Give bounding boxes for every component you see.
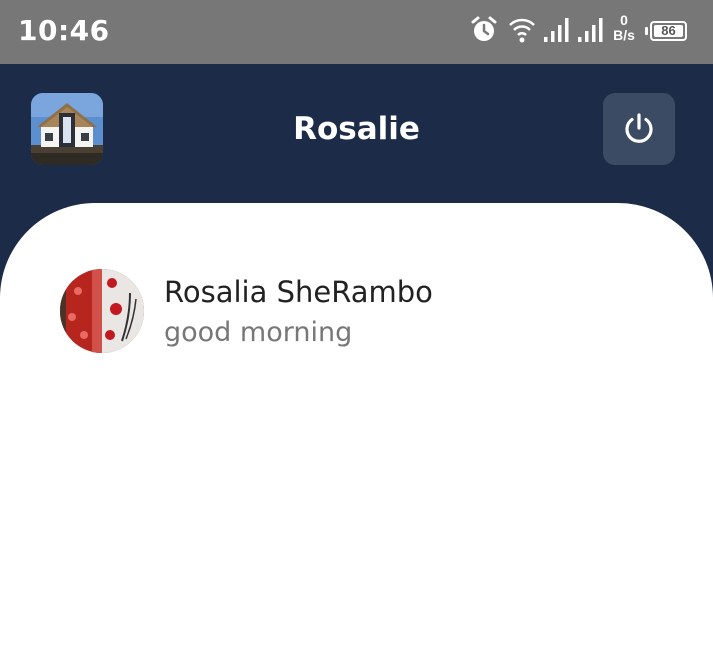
wifi-icon [509,18,535,43]
status-icons: 0 B/s 86 [471,13,687,48]
alarm-icon [471,16,497,41]
signal-icon [578,18,603,42]
chat-avatar [60,269,144,353]
birthday-cake-photo [60,269,144,353]
chat-last-message: good morning [164,317,353,348]
battery-level: 86 [661,23,676,38]
chat-list-item[interactable]: Rosalia SheRambo good morning [60,269,660,355]
power-icon [625,113,653,143]
signal-icon [544,18,569,42]
chat-name: Rosalia SheRambo [164,275,433,309]
logout-button[interactable] [603,93,675,165]
battery-icon: 86 [645,21,687,41]
app-header: Rosalie [0,64,713,224]
status-bar: 10:46 0 B/s 86 [0,0,713,64]
net-speed-value: 0 [620,12,628,28]
status-time: 10:46 [18,14,110,47]
net-speed: 0 B/s [611,13,637,43]
net-speed-unit: B/s [613,27,635,43]
chat-list-panel: Rosalia SheRambo good morning [0,203,713,668]
